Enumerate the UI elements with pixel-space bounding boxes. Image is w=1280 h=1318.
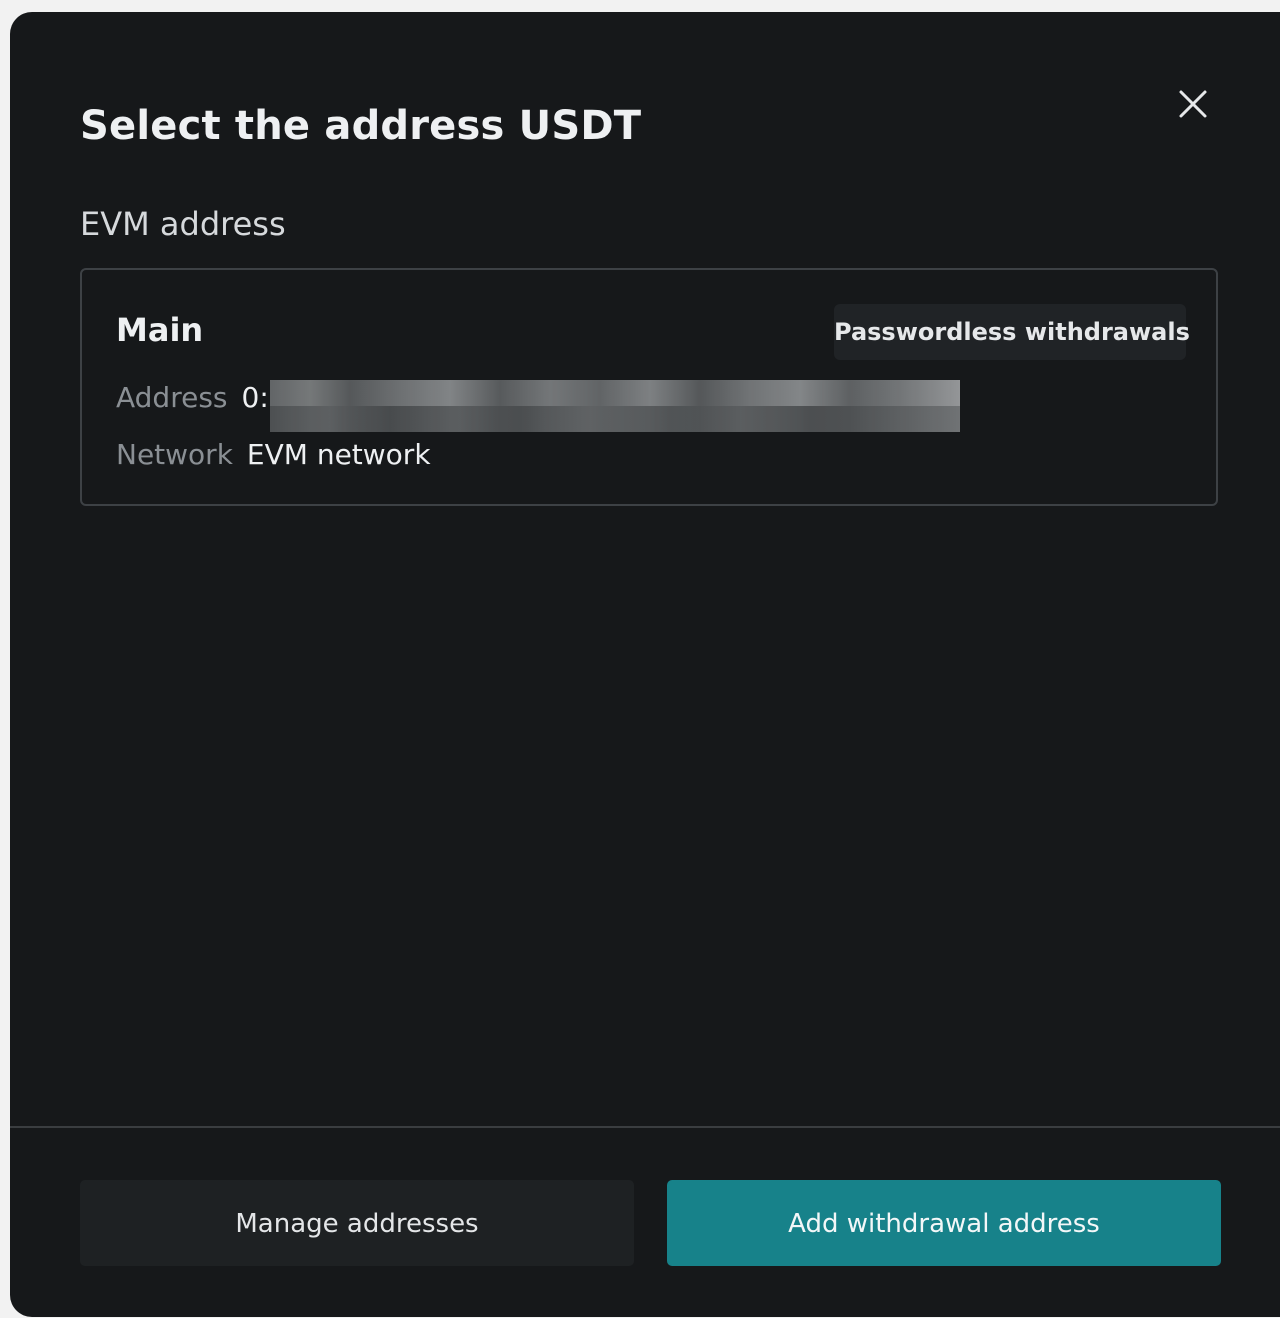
add-withdrawal-address-button[interactable]: Add withdrawal address [667,1180,1221,1266]
network-row: Network EVM network [116,437,431,473]
address-redaction-blur [270,380,960,432]
modal-title: Select the address USDT [80,103,642,149]
network-value: EVM network [246,438,431,471]
address-row: Address 0: [116,380,269,416]
close-icon-graphic [1179,90,1207,118]
select-address-modal: Select the address USDT EVM address Main… [10,12,1280,1317]
manage-addresses-button[interactable]: Manage addresses [80,1180,634,1266]
address-name: Main [116,311,204,349]
close-icon[interactable] [1173,84,1213,124]
address-value: 0: [241,381,269,414]
section-label-evm: EVM address [80,205,286,243]
footer-divider [10,1126,1280,1128]
address-label: Address [116,381,228,414]
network-label: Network [116,438,233,471]
address-card-main[interactable]: Main Passwordless withdrawals Address 0: … [80,268,1218,506]
passwordless-badge: Passwordless withdrawals [834,304,1190,360]
